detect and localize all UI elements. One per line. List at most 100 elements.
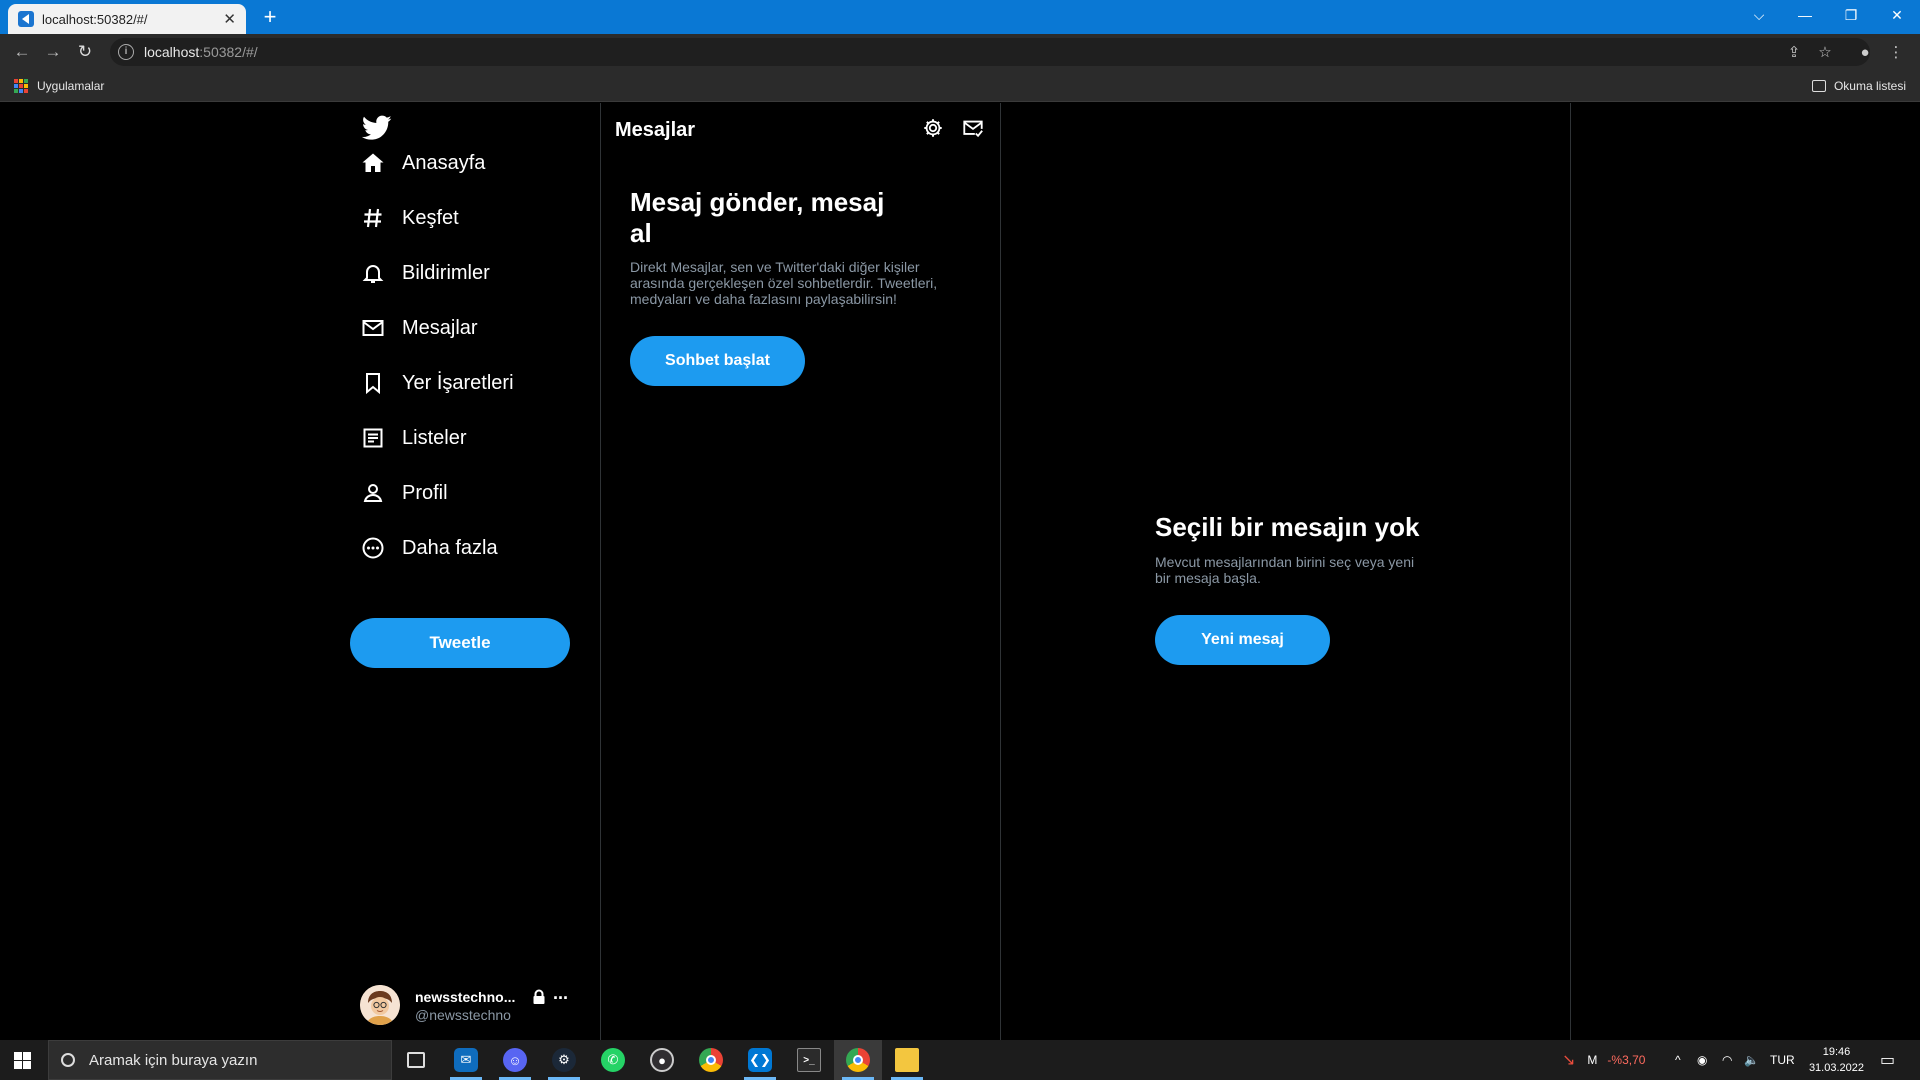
bell-icon [360, 260, 386, 286]
messages-empty-description: Direkt Mesajlar, sen ve Twitter'daki diğ… [630, 259, 938, 307]
star-icon[interactable]: ☆ [1813, 40, 1837, 64]
steam-app-icon[interactable]: ⚙ [540, 1040, 588, 1080]
nav-item-label: Yer İşaretleri [402, 371, 514, 394]
file-explorer-app-icon[interactable] [883, 1040, 931, 1080]
browser-toolbar: ← → ↻ i localhost:50382/#/ ⇪ ☆ ● ⋮ [0, 34, 1920, 70]
twitter-logo-icon[interactable] [362, 115, 392, 141]
list-icon [360, 425, 386, 451]
messages-empty-heading: Mesaj gönder, mesaj al [630, 187, 885, 248]
bookmark-icon [360, 370, 386, 396]
bookmark-apps[interactable]: Uygulamalar [37, 79, 104, 93]
nav-item-bookmarks[interactable]: Yer İşaretleri [360, 363, 514, 403]
lock-icon [533, 989, 545, 1004]
nav-item-messages[interactable]: Mesajlar [360, 308, 478, 348]
profile-icon[interactable]: ● [1853, 40, 1877, 64]
conversation-detail: Seçili bir mesajın yok Mevcut mesajların… [1000, 103, 1570, 1040]
obs-app-icon[interactable]: ● [638, 1040, 686, 1080]
minimize-button[interactable]: — [1782, 0, 1828, 30]
nav-item-more[interactable]: Daha fazla [360, 528, 498, 568]
hashtag-icon [360, 205, 386, 231]
nav-item-label: Bildirimler [402, 261, 490, 284]
no-selection-description: Mevcut mesajlarından birini seç veya yen… [1155, 554, 1415, 586]
clock-date: 31.03.2022 [1808, 1062, 1864, 1074]
task-view-icon[interactable] [392, 1040, 440, 1080]
nav-item-profile[interactable]: Profil [360, 473, 448, 513]
chrome-active-app-icon[interactable] [834, 1040, 882, 1080]
reading-list-icon [1811, 80, 1826, 92]
nav-item-label: Listeler [402, 426, 467, 449]
reload-button[interactable]: ↻ [73, 40, 97, 64]
start-conversation-button[interactable]: Sohbet başlat [630, 336, 805, 386]
twitter-app: Anasayfa Keşfet Bildirimler Mesajlar Yer… [0, 103, 1920, 1040]
terminal-app-icon[interactable]: >_ [785, 1040, 833, 1080]
url-path: :50382/#/ [199, 44, 258, 60]
messages-column: Mesajlar Mesaj gönder, mesaj al Direkt M… [600, 103, 1000, 1040]
no-selection-title: Seçili bir mesajın yok [1155, 512, 1420, 542]
bookmarks-bar: Uygulamalar Okuma listesi [0, 70, 1920, 102]
sidebar-nav: Anasayfa Keşfet Bildirimler Mesajlar Yer… [350, 103, 600, 1040]
stock-widget[interactable]: ↘ M -%3,70 [1562, 1040, 1645, 1080]
flutter-favicon-icon [18, 11, 34, 27]
avatar [360, 985, 400, 1025]
nav-item-label: Anasayfa [402, 151, 486, 174]
account-handle: @newsstechno [415, 1007, 511, 1023]
share-icon[interactable]: ⇪ [1782, 40, 1806, 64]
menu-kebab-icon[interactable]: ⋮ [1884, 40, 1908, 64]
taskbar-search-placeholder: Aramak için buraya yazın [89, 1051, 258, 1069]
windows-taskbar: Aramak için buraya yazın ✉ ☺ ⚙ ✆ ● ❮❯ >_… [0, 1040, 1920, 1080]
discord-app-icon[interactable]: ☺ [491, 1040, 539, 1080]
home-icon [360, 150, 386, 176]
chrome-app-icon[interactable] [687, 1040, 735, 1080]
taskbar-clock[interactable]: 19:46 31.03.2022 [1809, 1044, 1864, 1076]
column-divider [1570, 103, 1571, 1040]
taskbar-search-input[interactable]: Aramak için buraya yazın [48, 1040, 392, 1080]
browser-tab-strip: localhost:50382/#/ ✕ + ⌵ — ❐ ✕ [0, 0, 1920, 34]
stock-change: -%3,70 [1607, 1053, 1646, 1067]
discord-tray-icon[interactable]: ◉ [1697, 1040, 1707, 1080]
nav-item-label: Daha fazla [402, 536, 498, 559]
tab-close-button[interactable]: ✕ [223, 10, 236, 28]
search-icon [61, 1053, 75, 1067]
account-more-icon[interactable]: ... [553, 983, 568, 1004]
site-info-icon[interactable]: i [118, 44, 134, 60]
close-window-button[interactable]: ✕ [1874, 0, 1920, 30]
new-tab-button[interactable]: + [258, 6, 282, 30]
reading-list-button[interactable]: Okuma listesi [1811, 79, 1906, 93]
forward-button[interactable]: → [41, 40, 65, 64]
nav-item-explore[interactable]: Keşfet [360, 198, 459, 238]
mail-app-icon[interactable]: ✉ [442, 1040, 490, 1080]
whatsapp-app-icon[interactable]: ✆ [589, 1040, 637, 1080]
page-title: Mesajlar [615, 119, 696, 141]
new-message-button[interactable]: Yeni mesaj [1155, 615, 1330, 665]
tray-overflow-chevron-icon[interactable]: ^ [1675, 1040, 1681, 1080]
nav-item-label: Profil [402, 481, 448, 504]
tweet-button[interactable]: Tweetle [350, 618, 570, 668]
mail-icon [360, 315, 386, 341]
stock-label: M [1587, 1053, 1598, 1067]
nav-item-lists[interactable]: Listeler [360, 418, 466, 458]
account-switcher[interactable]: newsstechno... @newsstechno ... [360, 983, 570, 1027]
language-indicator[interactable]: TUR [1770, 1040, 1795, 1080]
nav-item-label: Keşfet [402, 206, 459, 229]
windows-start-icon[interactable] [14, 1052, 31, 1069]
url-host: localhost [144, 44, 200, 60]
tab-search-icon[interactable]: ⌵ [1736, 0, 1782, 30]
browser-tab[interactable]: localhost:50382/#/ ✕ [8, 4, 246, 34]
account-name: newsstechno... [415, 989, 516, 1005]
back-button[interactable]: ← [10, 40, 34, 64]
trend-down-icon: ↘ [1562, 1052, 1576, 1069]
tab-title: localhost:50382/#/ [42, 11, 148, 27]
vscode-app-icon[interactable]: ❮❯ [736, 1040, 784, 1080]
clock-time: 19:46 [1822, 1046, 1851, 1058]
settings-gear-icon[interactable] [920, 115, 946, 141]
wifi-icon[interactable]: ◠ [1722, 1040, 1732, 1080]
nav-item-notifications[interactable]: Bildirimler [360, 253, 490, 293]
apps-grid-icon[interactable] [14, 79, 28, 93]
restore-button[interactable]: ❐ [1828, 0, 1874, 30]
speaker-icon[interactable]: 🔈 [1744, 1040, 1759, 1080]
new-message-mail-icon[interactable] [960, 115, 986, 141]
nav-item-label: Mesajlar [402, 316, 478, 339]
nav-item-home[interactable]: Anasayfa [360, 143, 485, 183]
notification-center-icon[interactable]: ▭ [1880, 1040, 1895, 1080]
address-bar[interactable]: i localhost:50382/#/ [110, 38, 1870, 66]
